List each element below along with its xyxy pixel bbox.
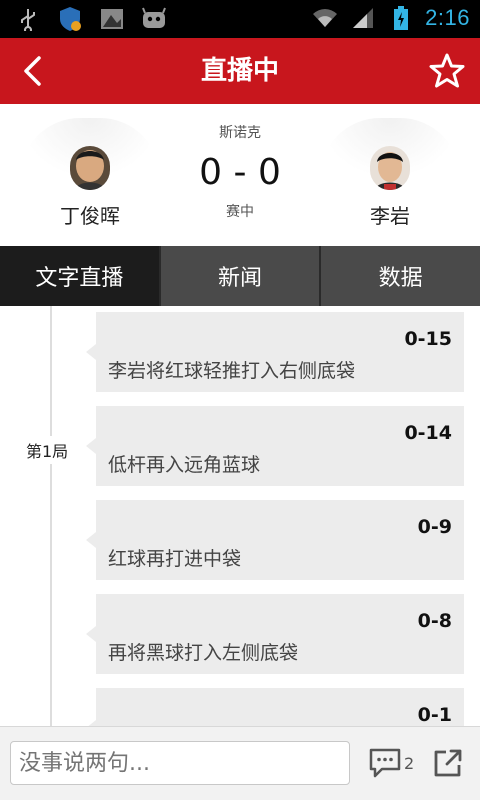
avatar <box>70 146 110 190</box>
comment-count: 2 <box>404 753 415 773</box>
event-text: 低杆再入远角蓝球 <box>108 454 261 476</box>
event-text: 李岩将红球轻推打入右侧底袋 <box>108 360 356 382</box>
tab-stats[interactable]: 数据 <box>321 246 480 306</box>
share-icon <box>434 749 462 777</box>
avatar <box>370 146 410 190</box>
tab-news[interactable]: 新闻 <box>160 246 322 306</box>
player-left[interactable]: 丁俊晖 <box>20 118 160 229</box>
shield-icon <box>56 5 84 33</box>
match-status: 赛中 <box>226 204 254 220</box>
signal-icon <box>349 4 377 32</box>
tab-text-live[interactable]: 文字直播 <box>0 246 161 306</box>
list-item: 0-8 再将黑球打入左侧底袋 <box>86 594 464 674</box>
favorite-button[interactable] <box>422 46 472 96</box>
share-button[interactable] <box>430 745 466 781</box>
round-label: 第1局 <box>22 436 73 464</box>
list-item: 0-14 低杆再入远角蓝球 <box>86 406 464 486</box>
player-left-name: 丁俊晖 <box>60 204 120 228</box>
event-score: 0-15 <box>404 328 452 350</box>
player-right[interactable]: 李岩 <box>320 118 460 229</box>
bottom-bar: 2 <box>0 726 480 800</box>
event-score: 0-14 <box>404 422 452 444</box>
scoreboard: 丁俊晖 斯诺克 0 - 0 赛中 李岩 <box>0 104 480 246</box>
event-score: 0-9 <box>417 516 452 538</box>
event-text: 红球再打进中袋 <box>108 548 242 570</box>
player-right-name: 李岩 <box>370 204 410 228</box>
tab-bar: 文字直播 新闻 数据 <box>0 246 480 306</box>
event-score: 0-8 <box>417 610 452 632</box>
event-name: 斯诺克 <box>219 125 261 141</box>
comment-icon <box>369 748 401 778</box>
live-feed[interactable]: 第1局 0-15 李岩将红球轻推打入右侧底袋 0-14 低杆再入远角蓝球 0-9… <box>0 306 480 726</box>
event-score: 0-1 <box>417 704 452 726</box>
comments-button[interactable]: 2 <box>368 743 420 783</box>
android-icon <box>140 5 168 33</box>
star-icon <box>429 53 465 88</box>
timeline-line <box>50 306 52 726</box>
status-clock: 2:16 <box>425 5 470 30</box>
match-info: 斯诺克 0 - 0 赛中 <box>160 104 320 221</box>
app-header: 直播中 <box>0 38 480 104</box>
wifi-icon <box>311 4 339 32</box>
battery-icon <box>387 4 415 32</box>
list-item: 0-15 李岩将红球轻推打入右侧底袋 <box>86 312 464 392</box>
page-title: 直播中 <box>200 56 279 86</box>
comment-input[interactable] <box>10 741 350 785</box>
list-item: 0-9 红球再打进中袋 <box>86 500 464 580</box>
usb-icon <box>14 5 42 33</box>
image-icon <box>98 5 126 33</box>
event-text: 再将黑球打入左侧底袋 <box>108 642 299 664</box>
match-score: 0 - 0 <box>199 152 281 193</box>
status-bar: 2:16 <box>0 0 480 38</box>
list-item: 0-1 <box>86 688 464 726</box>
